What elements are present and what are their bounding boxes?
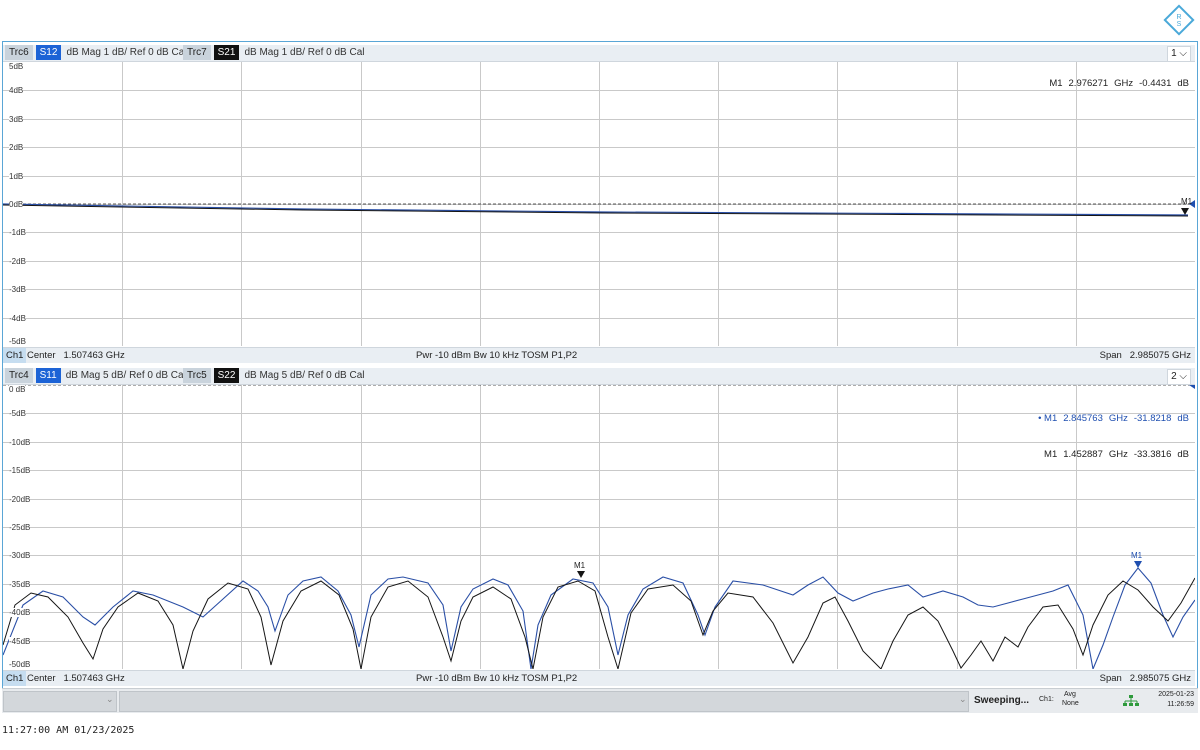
y-axis-tick-label: 3dB (9, 115, 24, 124)
diagram-2-footer: Ch1 Center 1.507463 GHz Pwr -10 dBm Bw 1… (3, 670, 1195, 686)
span-label: Span (1099, 673, 1122, 684)
marker-m1-s22-label: M1 (574, 561, 586, 570)
marker-m1-s11-label: M1 (1131, 551, 1143, 560)
y-axis-tick-label: 5dB (9, 62, 24, 71)
diagram-1: Trc6 S12 dB Mag 1 dB/ Ref 0 dB Cal Trc7 S21… (3, 45, 1195, 363)
diagram-2-grid (3, 385, 1195, 669)
y-axis-tick-label: -20dB (9, 495, 31, 504)
channel-status-label: Ch1: (1039, 696, 1054, 703)
diagram-1-menu-button[interactable]: 1 ⌵ (1167, 46, 1191, 62)
span-value[interactable]: 2.985075 GHz (1130, 350, 1191, 361)
network-icon (1123, 695, 1139, 706)
y-axis-tick-label: -4dB (9, 314, 26, 323)
y-axis-tick-label: 0 dB (9, 385, 26, 394)
y-axis-tick-label: -15dB (9, 466, 31, 475)
avg-value: None (1062, 700, 1079, 707)
y-axis-tick-label: -50dB (9, 660, 31, 669)
diagram-2-marker-readout: • M1 2.845763 GHz -31.8218 dB M1 1.452887 GHz -… (1038, 413, 1189, 460)
vna-display: Trc6 S12 dB Mag 1 dB/ Ref 0 dB Cal Trc7 S21… (2, 41, 1198, 690)
channel-label[interactable]: Ch1 (3, 671, 27, 686)
diagram-2: Trc4 S11 dB Mag 5 dB/ Ref 0 dB Cal Trc5 S22… (3, 368, 1195, 686)
trace-param-s12[interactable]: S12 (35, 45, 62, 60)
softkey-field-1[interactable] (3, 691, 117, 712)
diagram-1-header: Trc6 S12 dB Mag 1 dB/ Ref 0 dB Cal Trc7 S21… (3, 45, 1195, 62)
trace-param-s21[interactable]: S21 (213, 45, 240, 60)
y-axis-tick-label: 1dB (9, 172, 24, 181)
sweep-status: Sweeping... (974, 695, 1030, 706)
chevron-down-icon[interactable]: ⌄ (106, 694, 114, 705)
center-label: Center (27, 350, 56, 361)
trace-name-trc6[interactable]: Trc6 (5, 45, 33, 60)
ref-arrow-icon (1189, 385, 1195, 389)
y-axis-tick-label: -40dB (9, 608, 31, 617)
rohde-schwarz-logo: R S (1163, 4, 1195, 36)
marker-m1-triangle (1181, 208, 1189, 215)
diagram-2-menu-button[interactable]: 2 ⌵ (1167, 369, 1191, 385)
chevron-down-icon: ⌵ (1179, 48, 1187, 59)
y-axis-tick-label: -2dB (9, 257, 26, 266)
avg-label: Avg (1064, 691, 1076, 698)
trace-name-trc5[interactable]: Trc5 (183, 368, 211, 383)
y-axis-tick-label: -30dB (9, 551, 31, 560)
marker-m1-s22-triangle (577, 571, 585, 578)
diagram-2-header: Trc4 S11 dB Mag 5 dB/ Ref 0 dB Cal Trc5 S22… (3, 368, 1195, 385)
trace-settings-trc7[interactable]: dB Mag 1 dB/ Ref 0 dB Cal (242, 45, 366, 60)
trace-settings-trc5[interactable]: dB Mag 5 dB/ Ref 0 dB Cal (242, 368, 366, 383)
y-axis-tick-label: 0dB (9, 200, 24, 209)
marker-m1-s11-triangle (1134, 561, 1142, 568)
diagram-1-plot: 5dB 4dB 3dB 2dB 1dB 0dB -1dB -2dB -3dB -4dB -5dB M… (3, 62, 1195, 346)
y-axis-tick-label: -1dB (9, 228, 26, 237)
channel-label[interactable]: Ch1 (3, 348, 27, 363)
sweep-settings[interactable]: Pwr -10 dBm Bw 10 kHz TOSM P1,P2 (416, 671, 577, 686)
y-axis-tick-label: -25dB (9, 523, 31, 532)
span-label: Span (1099, 350, 1122, 361)
trace-param-s22[interactable]: S22 (213, 368, 240, 383)
svg-text:S: S (1177, 21, 1182, 28)
status-date: 2025-01-23 (1158, 691, 1194, 698)
y-axis-tick-label: -35dB (9, 580, 31, 589)
y-axis-tick-label: -3dB (9, 285, 26, 294)
trace-settings-trc6[interactable]: dB Mag 1 dB/ Ref 0 dB Cal (64, 45, 188, 60)
center-value[interactable]: 1.507463 GHz (63, 350, 124, 361)
y-axis-tick-label: -5dB (9, 337, 26, 346)
y-axis-tick-label: -10dB (9, 438, 31, 447)
y-axis-tick-label: -45dB (9, 637, 31, 646)
chevron-down-icon[interactable]: ⌄ (959, 694, 967, 705)
diagram-1-footer: Ch1 Center 1.507463 GHz Pwr -10 dBm Bw 1… (3, 347, 1195, 363)
chevron-down-icon: ⌵ (1179, 371, 1187, 382)
trace-name-trc4[interactable]: Trc4 (5, 368, 33, 383)
center-label: Center (27, 673, 56, 684)
capture-timestamp: 11:27:00 AM 01/23/2025 (2, 725, 135, 736)
trace-param-s11[interactable]: S11 (35, 368, 61, 383)
diagram-2-plot: 0 dB -5dB -10dB -15dB -20dB -25dB -30dB -35dB -4… (3, 385, 1195, 669)
diagram-1-marker-readout: M1 2.976271 GHz -0.4431 dB (1049, 78, 1189, 89)
sweep-settings[interactable]: Pwr -10 dBm Bw 10 kHz TOSM P1,P2 (416, 348, 577, 363)
trace-settings-trc4[interactable]: dB Mag 5 dB/ Ref 0 dB Cal (64, 368, 188, 383)
trace-name-trc7[interactable]: Trc7 (183, 45, 211, 60)
span-value[interactable]: 2.985075 GHz (1130, 673, 1191, 684)
softkey-field-2[interactable] (119, 691, 969, 712)
status-time: 11:26:59 (1167, 701, 1194, 708)
marker-m1-label: M1 (1181, 197, 1193, 206)
svg-text:R: R (1176, 14, 1181, 21)
y-axis-tick-label: 4dB (9, 86, 24, 95)
y-axis-tick-label: -5dB (9, 409, 26, 418)
status-bar: ⌄ ⌄ Sweeping... Ch1: Avg None 2025-01-23… (2, 688, 1198, 713)
y-axis-tick-label: 2dB (9, 143, 24, 152)
center-value[interactable]: 1.507463 GHz (63, 673, 124, 684)
